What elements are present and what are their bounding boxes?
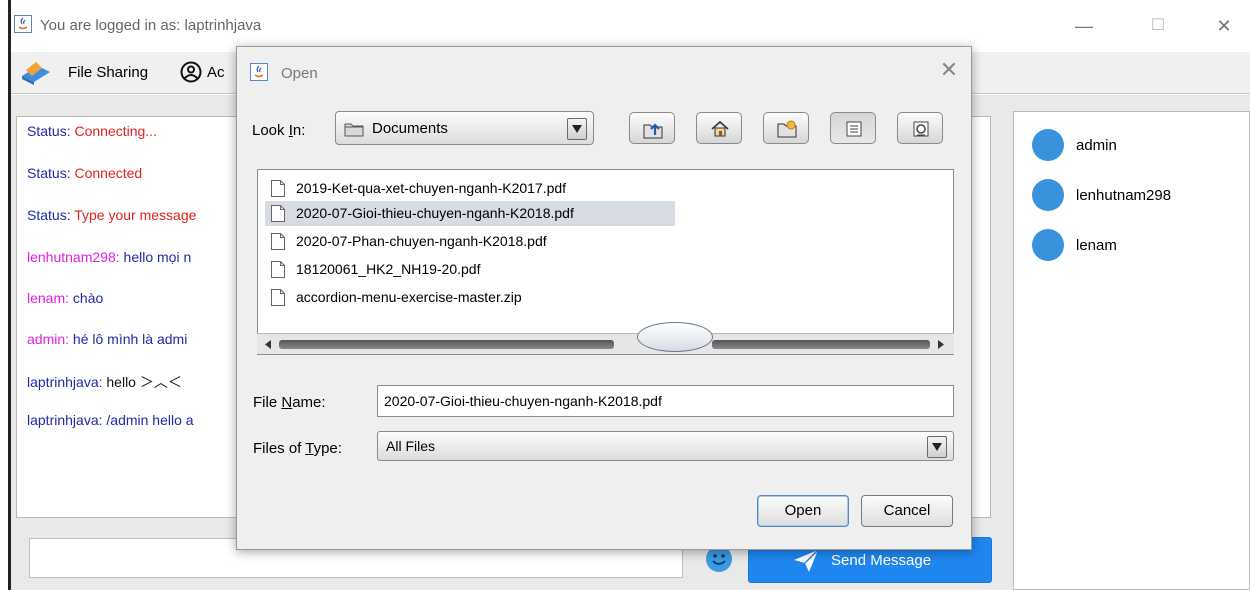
details-view-button[interactable] [897, 112, 943, 144]
java-app-icon [14, 15, 32, 33]
scrollbar-track[interactable] [712, 340, 930, 349]
java-app-icon [250, 63, 268, 81]
file-name: 2019-Ket-qua-xet-chuyen-nganh-K2017.pdf [296, 180, 567, 196]
file-list-item-selected[interactable]: 2020-07-Gioi-thieu-chuyen-nganh-K2018.pd… [265, 201, 675, 226]
message-sender: lenhutnam298: [27, 249, 124, 265]
user-item[interactable]: admin [1032, 129, 1242, 165]
user-avatar [1032, 129, 1064, 161]
paper-plane-icon [794, 549, 819, 572]
cancel-button[interactable]: Cancel [861, 495, 953, 527]
user-name: lenam [1076, 237, 1117, 254]
file-type-value: All Files [386, 438, 436, 454]
file-name: 2020-07-Phan-chuyen-nganh-K2018.pdf [296, 233, 547, 249]
user-avatar [1032, 229, 1064, 261]
chat-message: laptrinhjava: hello ＞︿＜ [27, 372, 182, 392]
message-sender: Status: [27, 165, 75, 181]
message-text: chào [72, 290, 104, 306]
home-icon [711, 120, 729, 137]
user-avatar [1032, 179, 1064, 211]
up-one-level-button[interactable] [629, 112, 675, 144]
message-sender: Status: [27, 207, 75, 223]
look-in-label: Look In: [252, 122, 306, 139]
user-item[interactable]: lenhutnam298 [1032, 179, 1242, 215]
message-sender: lenam: [27, 290, 73, 306]
chat-message: laptrinhjava: /admin hello a [27, 412, 194, 428]
message-text: hello ＞︿＜ [106, 374, 182, 390]
message-sender: Status: [27, 123, 75, 139]
home-button[interactable] [696, 112, 742, 144]
details-view-icon [913, 121, 929, 137]
message-text: Connected [74, 165, 143, 181]
chat-message: Status: Connected [27, 165, 142, 181]
file-list-item[interactable]: 18120061_HK2_NH19-20.pdf [265, 257, 675, 282]
message-text: hé lô mình là admi [72, 331, 188, 347]
file-list[interactable]: 2019-Ket-qua-xet-chuyen-nganh-K2017.pdf … [257, 169, 954, 355]
online-users-panel: admin lenhutnam298 lenam [1013, 111, 1250, 590]
file-name: 2020-07-Gioi-thieu-chuyen-nganh-K2018.pd… [296, 205, 574, 221]
message-text: /admin hello a [106, 412, 194, 428]
dialog-title: Open [281, 65, 318, 82]
look-in-value: Documents [372, 120, 448, 137]
menu-account[interactable]: Ac [207, 64, 225, 81]
message-text: Type your message [74, 207, 197, 223]
menu-file-sharing[interactable]: File Sharing [68, 64, 148, 81]
chat-message: admin: hé lô mình là admi [27, 331, 187, 347]
horizontal-scrollbar[interactable] [257, 322, 954, 354]
folder-icon [344, 123, 364, 137]
window-title: You are logged in as: laptrinhjava [40, 17, 262, 34]
file-name-input[interactable] [377, 385, 954, 417]
scroll-left-arrow-icon[interactable] [260, 337, 276, 352]
user-item[interactable]: lenam [1032, 229, 1242, 265]
scrollbar-thumb[interactable] [637, 322, 713, 352]
message-sender: laptrinhjava: [27, 374, 107, 390]
user-name: lenhutnam298 [1076, 187, 1172, 204]
up-folder-icon [643, 123, 663, 139]
file-name-label: File Name: [253, 394, 326, 411]
file-icon [271, 261, 285, 278]
account-icon[interactable] [180, 61, 202, 83]
new-folder-icon [777, 120, 797, 138]
chat-message: lenhutnam298: hello mọi n [27, 249, 191, 265]
file-type-label: Files of Type: [253, 440, 342, 457]
message-sender: laptrinhjava: [27, 412, 107, 428]
dialog-close-button[interactable]: ✕ [933, 55, 965, 87]
chat-message: lenam: chào [27, 290, 103, 306]
maximize-button[interactable]: ☐ [1138, 10, 1178, 42]
file-name: 18120061_HK2_NH19-20.pdf [296, 261, 481, 277]
minimize-button[interactable]: — [1064, 10, 1104, 42]
chat-message: Status: Connecting... [27, 123, 157, 139]
file-list-item[interactable]: 2019-Ket-qua-xet-chuyen-nganh-K2017.pdf [265, 176, 675, 201]
message-sender: admin: [27, 331, 73, 347]
message-text: Connecting... [74, 123, 157, 139]
file-icon [271, 233, 285, 250]
file-list-item[interactable]: 2020-07-Phan-chuyen-nganh-K2018.pdf [265, 229, 675, 254]
chat-message: Status: Type your message [27, 207, 196, 223]
open-file-dialog: Open ✕ Look In: Documents 2019-Ket-qua-x… [236, 46, 972, 550]
scrollbar-track[interactable] [279, 340, 614, 349]
new-folder-button[interactable] [763, 112, 809, 144]
user-name: admin [1076, 137, 1117, 154]
file-type-dropdown[interactable]: All Files [377, 431, 954, 461]
file-icon [271, 180, 285, 197]
file-name: accordion-menu-exercise-master.zip [296, 289, 522, 305]
send-button-label: Send Message [831, 552, 932, 569]
file-icon [271, 205, 285, 222]
open-button[interactable]: Open [757, 495, 849, 527]
message-text: hello mọi n [123, 249, 192, 265]
look-in-dropdown[interactable]: Documents [335, 111, 594, 145]
main-title-bar: You are logged in as: laptrinhjava — ☐ ✕ [0, 0, 1250, 52]
close-window-button[interactable]: ✕ [1204, 10, 1244, 42]
list-view-button[interactable] [830, 112, 876, 144]
scroll-right-arrow-icon[interactable] [933, 337, 949, 352]
list-view-icon [846, 121, 862, 137]
file-icon [271, 289, 285, 306]
chevron-down-icon[interactable] [927, 436, 947, 458]
chevron-down-icon[interactable] [567, 118, 587, 140]
file-sharing-icon [22, 62, 50, 85]
file-list-item[interactable]: accordion-menu-exercise-master.zip [265, 285, 675, 310]
